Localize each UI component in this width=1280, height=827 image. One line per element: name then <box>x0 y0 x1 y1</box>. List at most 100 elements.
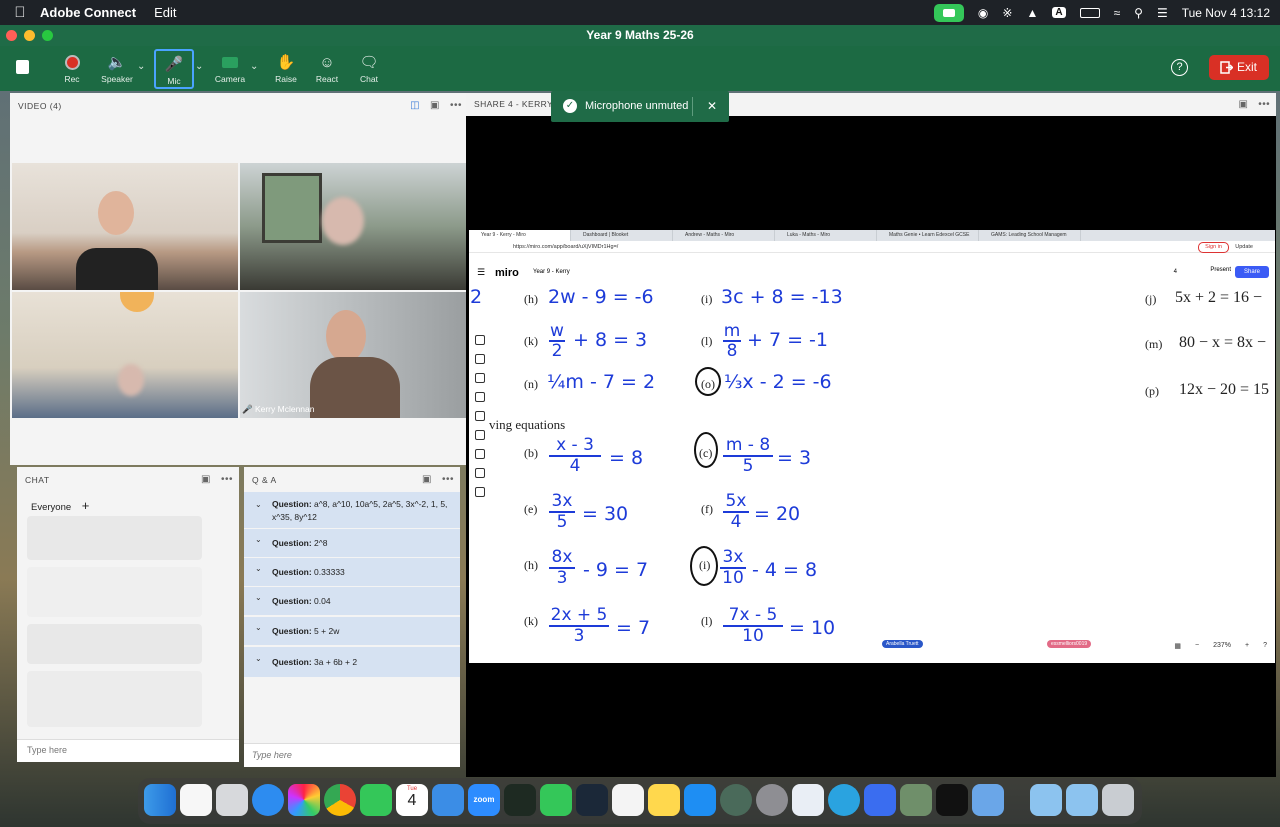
applications-folder-icon[interactable] <box>1030 784 1062 816</box>
safari-icon[interactable] <box>252 784 284 816</box>
menu-icon[interactable]: ☰ <box>477 267 485 278</box>
filmstrip-icon[interactable]: ◫ <box>410 93 420 119</box>
search-icon[interactable]: ⚲ <box>1134 6 1143 20</box>
installer-icon[interactable] <box>972 784 1004 816</box>
downloads-folder-icon[interactable] <box>1066 784 1098 816</box>
reminders-icon[interactable] <box>612 784 644 816</box>
screen-app-icon[interactable] <box>864 784 896 816</box>
notes-icon[interactable] <box>648 784 680 816</box>
speaker-options-chevron[interactable]: ⌄ <box>137 61 145 72</box>
freeform-icon[interactable] <box>180 784 212 816</box>
qa-question[interactable]: ⌄ Question: a^8, a^10, 10a^5, 2a^5, 3x^-… <box>244 492 460 528</box>
zoom-app-icon[interactable]: zoom <box>468 784 500 816</box>
exit-button[interactable]: Exit <box>1209 55 1269 80</box>
camera-options-chevron[interactable]: ⌄ <box>250 61 258 72</box>
chevron-down-icon[interactable]: ⌄ <box>255 498 262 511</box>
edit-menu[interactable]: Edit <box>154 5 176 20</box>
more-options-icon[interactable]: ••• <box>1258 93 1270 116</box>
miro-share-button[interactable]: Share <box>1235 266 1269 278</box>
video-tile-student-1[interactable] <box>12 163 238 290</box>
network-icon[interactable]: ▲ <box>1026 6 1038 20</box>
input-source-icon[interactable]: A <box>1052 7 1066 18</box>
shapes-tool-icon[interactable] <box>475 411 485 421</box>
text-tool-icon[interactable] <box>475 392 485 402</box>
mic-button[interactable]: 🎤 Mic <box>154 49 194 89</box>
game-app-icon[interactable] <box>720 784 752 816</box>
qa-input[interactable]: Type here <box>244 743 460 767</box>
zoom-window-button[interactable] <box>42 30 53 41</box>
sign-in-button[interactable]: Sign in <box>1198 242 1229 253</box>
wifi-icon[interactable]: ≈ <box>1114 6 1121 20</box>
raise-hand-button[interactable]: ✋ Raise <box>266 49 306 84</box>
address-bar[interactable]: https://miro.com/app/board/uXjVIMDr1Hg=/… <box>469 241 1275 253</box>
frame-tool-icon[interactable] <box>475 449 485 459</box>
mic-options-chevron[interactable]: ⌄ <box>195 61 203 72</box>
close-window-button[interactable] <box>6 30 17 41</box>
mail-icon[interactable] <box>432 784 464 816</box>
bluetooth-icon[interactable]: ※ <box>1002 6 1012 20</box>
browser-tab[interactable]: Year 9 - Kerry - Miro <box>469 230 571 241</box>
messages-icon[interactable] <box>360 784 392 816</box>
rec-button[interactable]: Rec <box>52 49 92 84</box>
chevron-down-icon[interactable]: ⌄ <box>255 555 262 583</box>
camera-button[interactable]: Camera <box>210 49 250 84</box>
camera-in-use-icon[interactable] <box>933 3 964 22</box>
chat-audience-tab[interactable]: Everyone + <box>31 498 89 513</box>
comment-tool-icon[interactable] <box>475 468 485 478</box>
preview-icon[interactable] <box>792 784 824 816</box>
video-tile-student-3[interactable] <box>12 292 238 418</box>
add-chat-tab-icon[interactable]: + <box>82 498 90 513</box>
more-options-icon[interactable]: ••• <box>221 467 233 493</box>
video-tile-kerry[interactable]: 🎤 Kerry Mclennan <box>240 292 466 418</box>
chat-button[interactable]: 🗨 Chat <box>349 49 389 84</box>
clock[interactable]: Tue Nov 4 13:12 <box>1182 6 1270 20</box>
system-settings-icon[interactable] <box>756 784 788 816</box>
app-menu[interactable]: Adobe Connect <box>40 5 136 20</box>
more-options-icon[interactable]: ••• <box>450 93 462 119</box>
chrome-icon[interactable] <box>324 784 356 816</box>
chevron-down-icon[interactable]: ⌄ <box>255 526 262 554</box>
templates-tool-icon[interactable] <box>475 354 485 364</box>
nvidia-icon[interactable] <box>900 784 932 816</box>
more-options-icon[interactable]: ••• <box>442 467 454 493</box>
board-name[interactable]: Year 9 - Kerry <box>533 269 570 275</box>
app-store-icon[interactable] <box>684 784 716 816</box>
connect-app-icon[interactable] <box>504 784 536 816</box>
qa-question[interactable]: ⌄ Question: 0.04 <box>244 587 460 615</box>
roblox-icon[interactable] <box>936 784 968 816</box>
maximize-icon[interactable]: ▣ <box>422 467 432 493</box>
minimap-icon[interactable]: ▦ <box>1174 642 1181 650</box>
zoom-level[interactable]: 237% <box>1213 642 1231 650</box>
minimize-window-button[interactable] <box>24 30 35 41</box>
calendar-icon[interactable]: Tue 4 <box>396 784 428 816</box>
control-center-icon[interactable]: ☰ <box>1157 6 1168 20</box>
steam-icon[interactable] <box>576 784 608 816</box>
chevron-down-icon[interactable]: ⌄ <box>255 614 262 642</box>
help-icon[interactable]: ? <box>1263 642 1267 650</box>
chat-input[interactable]: Type here <box>17 739 239 762</box>
react-button[interactable]: ☺ React <box>307 49 347 85</box>
qa-question[interactable]: ⌄ Question: 2^8 <box>244 529 460 557</box>
sticky-note-icon[interactable] <box>475 373 485 383</box>
apple-icon[interactable]:  <box>0 4 40 21</box>
zoom-in-button[interactable]: + <box>1245 642 1249 650</box>
qa-question[interactable]: ⌄ Question: 5 + 2w <box>244 617 460 645</box>
browser-tab[interactable]: Luka - Maths - Miro <box>775 230 877 241</box>
facetime-icon[interactable] <box>540 784 572 816</box>
collaborator-count[interactable]: 4 <box>1174 269 1177 275</box>
launchpad-icon[interactable] <box>216 784 248 816</box>
browser-tab[interactable]: Andrew - Maths - Miro <box>673 230 775 241</box>
zoom-out-button[interactable]: − <box>1195 642 1199 650</box>
chevron-down-icon[interactable]: ⌄ <box>255 584 262 612</box>
pen-tool-icon[interactable] <box>475 430 485 440</box>
browser-tab[interactable]: Maths Genie • Learn Edexcel GCSE <box>877 230 979 241</box>
more-tools-icon[interactable] <box>475 487 485 497</box>
miro-logo[interactable]: miro <box>495 267 519 279</box>
qa-question[interactable]: ⌄ Question: 0.33333 <box>244 558 460 586</box>
select-tool-icon[interactable] <box>475 335 485 345</box>
trash-icon[interactable] <box>1102 784 1134 816</box>
close-toast-button[interactable]: ✕ <box>707 91 717 122</box>
qa-question[interactable]: ⌄ Question: 3a + 6b + 2 <box>244 647 460 677</box>
airdrop-icon[interactable]: ◉ <box>978 6 988 20</box>
chevron-down-icon[interactable]: ⌄ <box>255 644 262 674</box>
